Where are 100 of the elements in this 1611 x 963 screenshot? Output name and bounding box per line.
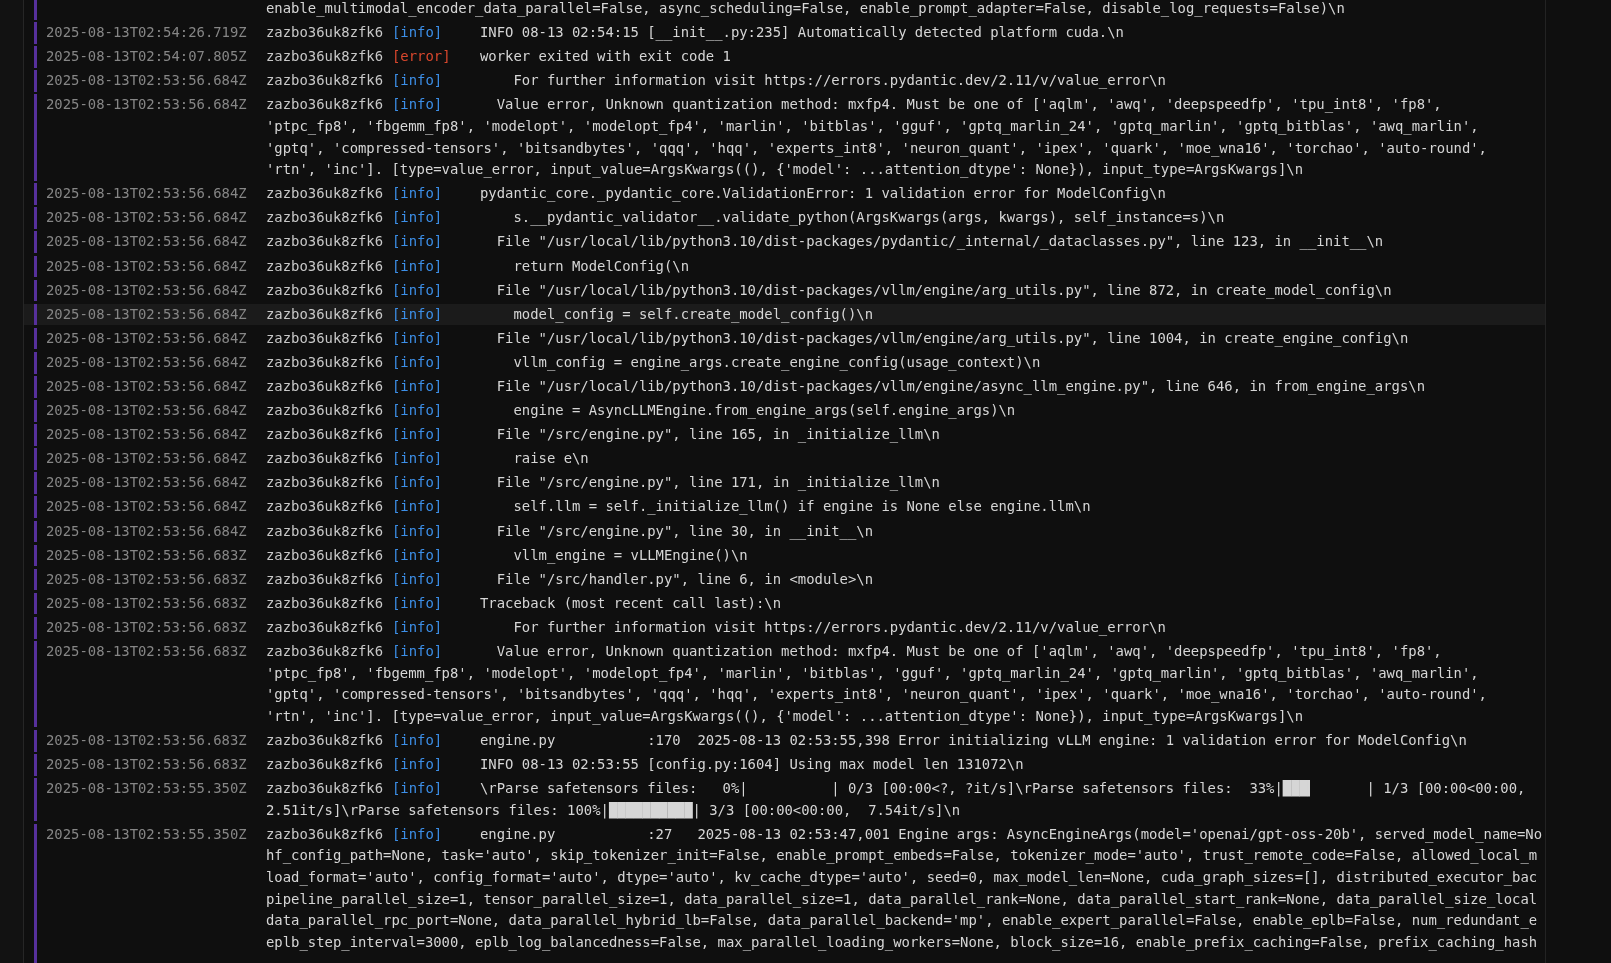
timestamp: 2025-08-13T02:53:56.684Z	[46, 96, 247, 113]
log-level-tag: [info]	[392, 281, 443, 298]
log-message: vllm_config = engine_args.create_engine_config(usage_context)\n	[512, 353, 1041, 370]
log-level-tag: [info]	[392, 594, 443, 611]
log-message: eplb_step_interval=3000, eplb_log_balancedness=False, max_parallel_loading_workers=None, block_size=16, enable_prefix_caching=False, prefix_caching_hash	[266, 933, 1538, 950]
pod-id: zazbo36uk8zfk6	[266, 257, 384, 274]
timestamp: 2025-08-13T02:53:55.350Z	[46, 780, 247, 797]
timestamp: 2025-08-13T02:53:56.683Z	[46, 594, 247, 611]
timestamp: 2025-08-13T02:53:56.684Z	[46, 402, 247, 419]
pod-id: zazbo36uk8zfk6	[266, 546, 384, 563]
pod-id: zazbo36uk8zfk6	[266, 498, 384, 515]
pod-id: zazbo36uk8zfk6	[266, 72, 384, 89]
timestamp: 2025-08-13T02:53:56.683Z	[46, 618, 247, 635]
log-message: raise e\n	[512, 450, 589, 467]
log-message: 2.51it/s]\rParse safetensors files: 100%|██████████| 3/3 [00:00<00:00, 7.54it/s]\n	[266, 801, 961, 818]
log-level-tag: [info]	[392, 643, 443, 660]
log-level-tag: [info]	[392, 570, 443, 587]
timestamp: 2025-08-13T02:53:56.683Z	[46, 570, 247, 587]
pod-id: zazbo36uk8zfk6	[266, 825, 384, 842]
timestamp: 2025-08-13T02:53:56.684Z	[46, 353, 247, 370]
pod-id: zazbo36uk8zfk6	[266, 402, 384, 419]
log-level-tag: [info]	[392, 618, 443, 635]
pod-id: zazbo36uk8zfk6	[266, 450, 384, 467]
pod-id: zazbo36uk8zfk6	[266, 209, 384, 226]
log-message: INFO 08-13 02:54:15 [__init__.py:235] Automatically detected platform cuda.\n	[480, 24, 1124, 41]
log-message: pydantic_core._pydantic_core.ValidationError: 1 validation error for ModelConfig\n	[480, 185, 1166, 202]
log-level-tag: [info]	[392, 257, 443, 274]
log-message: File "/usr/local/lib/python3.10/dist-packages/vllm/engine/async_llm_engine.py", line 646, in from_engine_args\n	[495, 378, 1425, 394]
log-message: Value error, Unknown quantization method: mxfp4. Must be one of ['aqlm', 'awq', 'deepspeedfp', 'tpu_int8', 'fp8',	[495, 96, 1442, 113]
log-level-tag: [info]	[392, 353, 443, 370]
log-message: load_format='auto', config_format='auto', dtype='auto', kv_cache_dtype='auto', seed=0, max_model_len=None, cuda_graph_sizes=[], distributed_executor_bac	[266, 868, 1538, 885]
log-level-tag: [info]	[392, 329, 443, 346]
log-message: engine = AsyncLLMEngine.from_engine_args(self.engine_args)\n	[512, 402, 1016, 419]
log-message: return ModelConfig(\n	[512, 257, 690, 274]
timestamp: 2025-08-13T02:53:56.684Z	[46, 209, 247, 226]
log-message: INFO 08-13 02:53:55 [config.py:1604] Using max model len 131072\n	[480, 756, 1024, 772]
pod-id: zazbo36uk8zfk6	[266, 353, 384, 370]
timestamp: 2025-08-13T02:53:56.684Z	[46, 233, 247, 250]
log-level-tag: [info]	[392, 474, 443, 491]
log-message: engine.py :170 2025-08-13 02:53:55,398 Error initializing vLLM engine: 1 validation error for ModelConfig\n	[480, 731, 1467, 748]
log-level-tag: [info]	[392, 402, 443, 419]
timestamp: 2025-08-13T02:53:56.683Z	[46, 756, 247, 772]
timestamp: 2025-08-13T02:53:56.683Z	[46, 731, 247, 748]
pod-id: zazbo36uk8zfk6	[266, 48, 384, 65]
timestamp: 2025-08-13T02:53:56.684Z	[46, 426, 247, 443]
log-message: 'ptpc_fp8', 'fbgemm_fp8', 'modelopt', 'modelopt_fp4', 'marlin', 'bitblas', 'gguf', 'gptq_marlin_24', 'gptq_marlin', 'gptq_bitblas', 'awq_marlin',	[266, 117, 1479, 134]
log-message: File "/usr/local/lib/python3.10/dist-packages/vllm/engine/arg_utils.py", line 1004, in create_engine_config\n	[495, 329, 1409, 346]
pod-id: zazbo36uk8zfk6	[266, 756, 384, 772]
timestamp: 2025-08-13T02:53:55.350Z	[46, 825, 247, 842]
log-level-tag: [error]	[392, 48, 451, 65]
pod-id: zazbo36uk8zfk6	[266, 426, 384, 443]
timestamp: 2025-08-13T02:53:56.684Z	[46, 185, 247, 202]
pod-id: zazbo36uk8zfk6	[266, 185, 384, 202]
log-message: engine.py :27 2025-08-13 02:53:47,001 Engine args: AsyncEngineArgs(model='openai/gpt-oss-20b', served_model_name=No	[480, 825, 1543, 842]
log-message: File "/usr/local/lib/python3.10/dist-packages/pydantic/_internal/_dataclasses.py", line 123, in __init__\n	[495, 233, 1384, 250]
log-level-tag: [info]	[392, 522, 443, 539]
log-level-tag: [info]	[392, 305, 443, 322]
log-message: File "/src/engine.py", line 171, in _initialize_llm\n	[495, 474, 940, 491]
log-message: 'gptq', 'compressed-tensors', 'bitsandbytes', 'qqq', 'hqq', 'experts_int8', 'neuron_quant', 'ipex', 'quark', 'moe_wna16', 'torchao', 'auto-round',	[266, 686, 1487, 703]
log-message: worker exited with exit code 1	[480, 48, 731, 65]
timestamp: 2025-08-13T02:53:56.684Z	[46, 305, 247, 322]
log-message: pipeline_parallel_size=1, tensor_parallel_size=1, data_parallel_size=1, data_parallel_rank=None, data_parallel_start_rank=None, data_parallel_size_local	[266, 890, 1538, 907]
log-message: For further information visit https://errors.pydantic.dev/2.11/v/value_error\n	[512, 618, 1166, 635]
log-message: File "/src/engine.py", line 30, in __init__\n	[495, 522, 874, 539]
pod-id: zazbo36uk8zfk6	[266, 378, 384, 394]
log-message: 'rtn', 'inc']. [type=value_error, input_value=ArgsKwargs((), {'model': ...attention_dtype': None}), input_type=ArgsKwargs]\n	[266, 161, 1303, 178]
pod-id: zazbo36uk8zfk6	[266, 522, 384, 539]
pod-id: zazbo36uk8zfk6	[266, 618, 384, 635]
log-level-tag: [info]	[392, 185, 443, 202]
log-message: 'rtn', 'inc']. [type=value_error, input_value=ArgsKwargs((), {'model': ...attention_dtype': None}), input_type=ArgsKwargs]\n	[266, 707, 1303, 724]
timestamp: 2025-08-13T02:54:26.719Z	[46, 24, 247, 41]
log-level-tag: [info]	[392, 209, 443, 226]
timestamp: 2025-08-13T02:53:56.684Z	[46, 378, 247, 394]
log-level-tag: [info]	[392, 825, 443, 842]
log-level-tag: [info]	[392, 72, 443, 89]
pod-id: zazbo36uk8zfk6	[266, 329, 384, 346]
log-level-tag: [info]	[392, 546, 443, 563]
log-message: model_config = self.create_model_config()\n	[512, 305, 874, 322]
log-message: self.llm = self._initialize_llm() if engine is None else engine.llm\n	[512, 498, 1091, 515]
pod-id: zazbo36uk8zfk6	[266, 780, 384, 797]
log-message: \rParse safetensors files: 0%| | 0/3 [00:00<?, ?it/s]\rParse safetensors files: 33%|███▎ | 1/3 [00:00<00:00,	[480, 780, 1526, 797]
log-level-tag: [info]	[392, 731, 443, 748]
pod-id: zazbo36uk8zfk6	[266, 96, 384, 113]
log-message: s.__pydantic_validator__.validate_python(ArgsKwargs(args, kwargs), self_instance=s)\n	[512, 209, 1225, 226]
log-message: For further information visit https://errors.pydantic.dev/2.11/v/value_error\n	[512, 72, 1166, 89]
log-message: data_parallel_rpc_port=None, data_parallel_hybrid_lb=False, data_parallel_backend='mp', enable_expert_parallel=False, enable_eplb=False, num_redundant_e	[266, 912, 1538, 929]
log-message: vllm_engine = vLLMEngine()\n	[512, 546, 748, 563]
log-message: 'gptq', 'compressed-tensors', 'bitsandbytes', 'qqq', 'hqq', 'experts_int8', 'neuron_quant', 'ipex', 'quark', 'moe_wna16', 'torchao', 'auto-round',	[266, 139, 1487, 156]
log-level-tag: [info]	[392, 498, 443, 515]
timestamp: 2025-08-13T02:53:56.683Z	[46, 546, 247, 563]
pod-id: zazbo36uk8zfk6	[266, 643, 384, 660]
timestamp: 2025-08-13T02:53:56.684Z	[46, 257, 247, 274]
log-message: 'ptpc_fp8', 'fbgemm_fp8', 'modelopt', 'modelopt_fp4', 'marlin', 'bitblas', 'gguf', 'gptq_marlin_24', 'gptq_marlin', 'gptq_bitblas', 'awq_marlin',	[266, 664, 1479, 681]
timestamp: 2025-08-13T02:53:56.684Z	[46, 281, 247, 298]
log-message: File "/usr/local/lib/python3.10/dist-packages/vllm/engine/arg_utils.py", line 872, in create_model_config\n	[495, 281, 1392, 298]
pod-id: zazbo36uk8zfk6	[266, 594, 384, 611]
log-message: File "/src/handler.py", line 6, in <module>\n	[495, 570, 874, 587]
log-level-tag: [info]	[392, 378, 443, 394]
timestamp: 2025-08-13T02:53:56.684Z	[46, 522, 247, 539]
log-level-tag: [info]	[392, 96, 443, 113]
